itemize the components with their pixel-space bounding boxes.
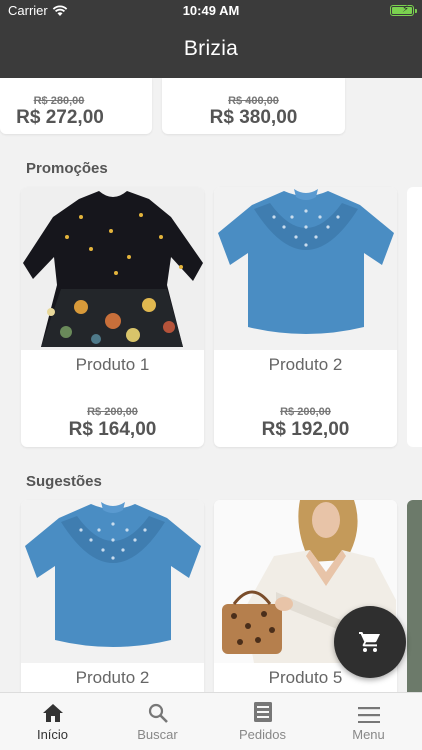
product-name: Produto 2 [75,668,150,687]
menu-icon [357,707,380,723]
product-card-partial[interactable]: R$ 400,00 R$ 380,00 [162,78,345,134]
charging-icon: ⚡ [401,4,409,15]
old-price: R$ 400,00 [228,95,279,107]
new-price: R$ 380,00 [209,107,298,128]
tab-inicio[interactable]: Início [0,693,105,750]
status-bar: Carrier 10:49 AM ⚡ [0,0,422,22]
new-price: R$ 192,00 [261,419,350,440]
search-icon [148,703,168,723]
orders-icon [253,702,272,722]
old-price: R$ 280,00 [33,95,85,107]
cart-button[interactable] [334,606,406,678]
product-card-partial[interactable]: R$ 280,00 R$ 272,00 [0,78,152,134]
tab-buscar[interactable]: Buscar [105,693,210,750]
status-time: 10:49 AM [182,3,240,18]
cart-icon [359,632,380,652]
product-image [214,187,397,350]
tab-menu[interactable]: Menu [315,693,422,750]
old-price: R$ 200,00 [87,406,138,418]
product-name: Produto 2 [268,355,343,374]
tab-label: Pedidos [239,727,286,742]
tab-label: Menu [352,727,385,742]
product-image [21,500,204,663]
section-title-sugestoes: Sugestões [26,473,102,490]
new-price: R$ 164,00 [68,419,157,440]
home-icon [42,704,63,722]
product-card-edge[interactable] [407,187,422,447]
old-price: R$ 200,00 [280,406,331,418]
product-card[interactable]: Produto 1 R$ 200,00 R$ 164,00 [21,187,204,447]
tab-pedidos[interactable]: Pedidos [210,693,315,750]
app-title: Brizia [183,37,239,60]
section-title-promocoes: Promoções [26,160,108,177]
tab-label: Início [36,727,69,742]
product-card[interactable]: Produto 2 R$ 200,00 R$ 192,00 [214,187,397,447]
app-header: Carrier 10:49 AM ⚡ Brizia [0,0,422,78]
new-price: R$ 272,00 [16,107,104,128]
product-name: Produto 1 [75,355,150,374]
product-image [21,187,204,350]
bottom-tab-bar: Início Buscar Pedidos Menu [0,692,422,750]
tab-label: Buscar [137,727,178,742]
